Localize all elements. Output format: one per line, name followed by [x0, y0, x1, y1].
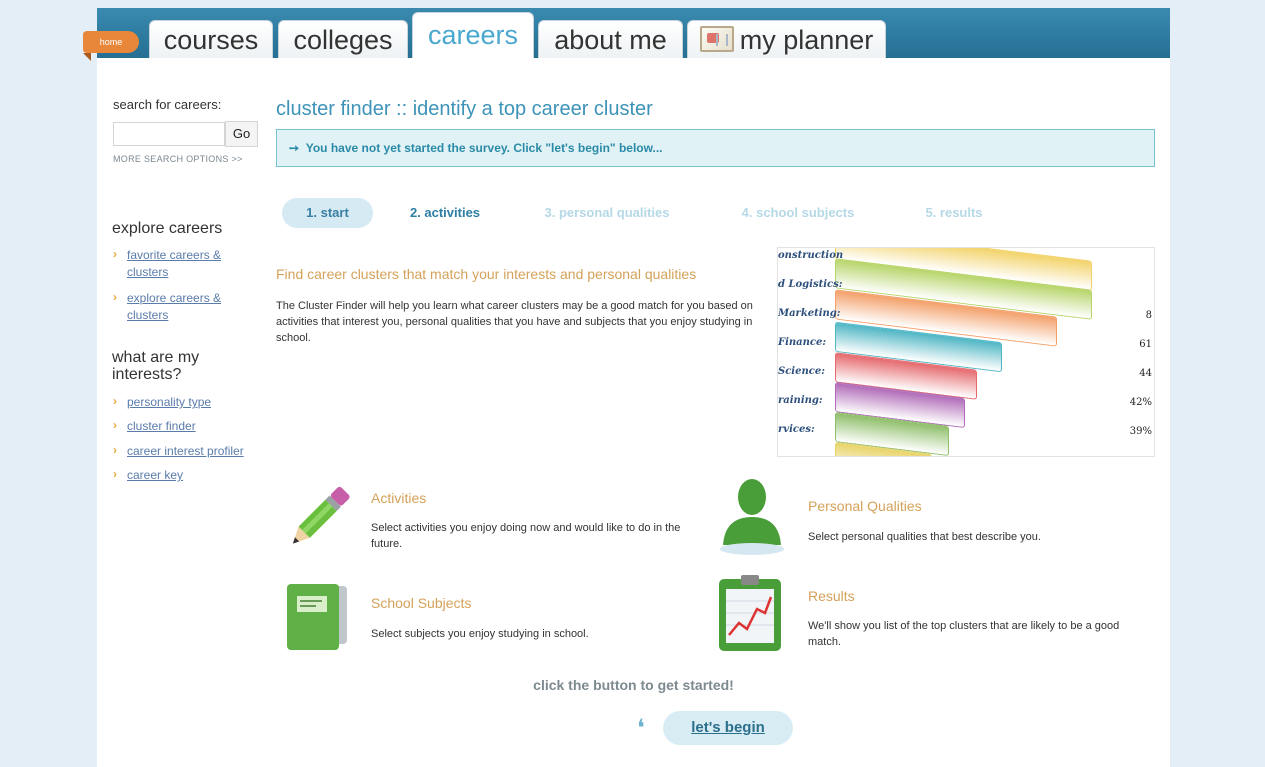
- clipboard-chart-icon: [719, 575, 781, 651]
- person-icon: [720, 479, 784, 555]
- chevron-right-icon: ›: [113, 394, 117, 408]
- step-personal-qualities[interactable]: 3. personal qualities: [527, 198, 687, 228]
- quote-mark-icon: ❛: [637, 714, 645, 742]
- card-title-activities: Activities: [371, 490, 427, 506]
- tab-colleges[interactable]: colleges: [278, 20, 408, 58]
- explore-careers-heading: explore careers: [112, 220, 223, 237]
- arrow-right-icon: ➙: [289, 141, 306, 155]
- banner-percent: 61: [1139, 339, 1152, 350]
- more-search-options-link[interactable]: MORE SEARCH OPTIONS >>: [113, 154, 243, 164]
- banner-percent: 44: [1139, 368, 1152, 379]
- banner-percent: 42%: [1129, 397, 1152, 408]
- step-school-subjects[interactable]: 4. school subjects: [725, 198, 871, 228]
- chevron-right-icon: ›: [113, 467, 117, 481]
- step-start[interactable]: 1. start: [282, 198, 373, 228]
- search-label: search for careers:: [113, 97, 222, 112]
- card-title-results: Results: [808, 588, 855, 604]
- notice-text: You have not yet started the survey. Cli…: [305, 141, 663, 155]
- intro-heading: Find career clusters that match your int…: [276, 266, 697, 282]
- interests-heading: what are my: [112, 349, 200, 366]
- banner-label: rvices:: [778, 424, 815, 435]
- chevron-right-icon: ›: [113, 443, 117, 457]
- explore-careers-link-cont[interactable]: clusters: [127, 306, 168, 324]
- favorite-careers-link[interactable]: favorite careers &: [127, 246, 221, 264]
- card-desc-school-subjects: Select subjects you enjoy studying in sc…: [371, 628, 589, 640]
- sidebar-item-personality-type[interactable]: personality type: [127, 393, 211, 411]
- favorite-careers-link-cont[interactable]: clusters: [127, 263, 168, 281]
- chevron-right-icon: ›: [113, 247, 117, 261]
- decorative-bar-chart-image: onstruction d Logistics: Marketing: Finance…: [777, 247, 1155, 457]
- survey-status-notice: ➙ You have not yet started the survey. C…: [276, 129, 1155, 167]
- step-results[interactable]: 5. results: [909, 198, 999, 228]
- tab-careers[interactable]: careers: [412, 12, 534, 58]
- sidebar-item-career-key[interactable]: career key: [127, 466, 183, 484]
- tab-about-me[interactable]: about me: [538, 20, 683, 58]
- sidebar-item-career-interest-profiler[interactable]: career interest profiler: [127, 442, 244, 460]
- banner-label: Science:: [778, 366, 825, 377]
- card-desc-results: We'll show you list of the top clusters …: [808, 620, 1120, 648]
- tab-my-planner[interactable]: my planner: [687, 20, 886, 58]
- page-title: cluster finder :: identify a top career …: [276, 98, 653, 120]
- interests-heading-cont: interests?: [112, 366, 182, 383]
- banner-label: Marketing:: [778, 308, 841, 319]
- banner-percent: 8: [1145, 310, 1152, 321]
- banner-percent: 39%: [1129, 426, 1152, 437]
- top-nav-bar: home courses colleges careers about me m…: [83, 8, 1170, 61]
- page: home courses colleges careers about me m…: [83, 8, 1170, 767]
- banner-label: Finance:: [778, 337, 827, 348]
- planner-icon: [699, 26, 734, 52]
- explore-careers-link[interactable]: explore careers &: [127, 289, 221, 307]
- card-title-school-subjects: School Subjects: [371, 595, 472, 611]
- tab-courses[interactable]: courses: [149, 20, 273, 58]
- intro-body: The Cluster Finder will help you learn w…: [276, 300, 753, 344]
- banner-label: onstruction: [778, 250, 844, 261]
- lets-begin-button[interactable]: let's begin: [663, 711, 793, 745]
- pencil-icon: [292, 486, 350, 544]
- career-search-input[interactable]: [113, 122, 225, 146]
- home-button[interactable]: home: [83, 31, 139, 61]
- notebook-icon: [287, 584, 347, 650]
- card-title-personal-qualities: Personal Qualities: [808, 498, 922, 514]
- go-button[interactable]: Go: [225, 121, 258, 147]
- step-activities[interactable]: 2. activities: [395, 198, 495, 228]
- tab-my-planner-label: my planner: [739, 25, 874, 55]
- chevron-right-icon: ›: [113, 418, 117, 432]
- banner-label: d Logistics:: [778, 279, 843, 290]
- get-started-prompt: click the button to get started!: [533, 677, 734, 693]
- card-desc-activities: Select activities you enjoy doing now an…: [371, 522, 681, 550]
- banner-label: raining:: [778, 395, 823, 406]
- sidebar-item-cluster-finder[interactable]: cluster finder: [127, 417, 196, 435]
- card-desc-personal-qualities: Select personal qualities that best desc…: [808, 531, 1041, 543]
- chevron-right-icon: ›: [113, 290, 117, 304]
